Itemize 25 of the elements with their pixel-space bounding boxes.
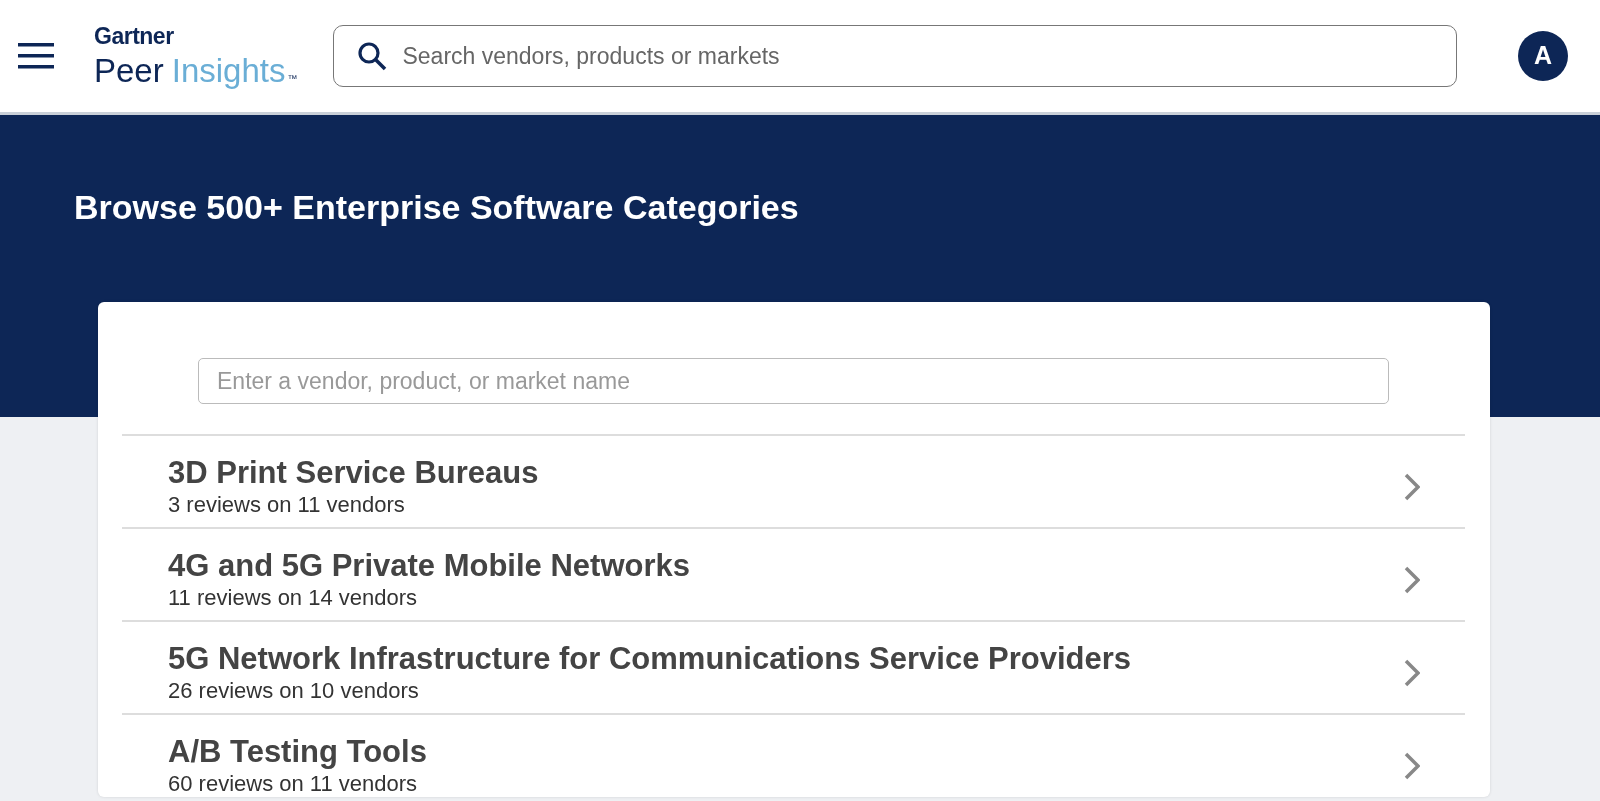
trademark-mark: ™ [287, 74, 298, 84]
review-count: 60 reviews on 11 vendors [168, 769, 419, 797]
category-row[interactable]: 4G and 5G Private Mobile Networks 11 reviews on 14 vendors [122, 527, 1465, 620]
user-avatar[interactable]: A [1518, 31, 1568, 81]
search-icon [357, 41, 388, 71]
review-count: 11 reviews on 14 vendors [168, 583, 419, 612]
review-count: 26 reviews on 10 vendors [168, 676, 420, 705]
category-row[interactable]: 5G Network Infrastructure for Communications Service Providers 26 reviews on 10 vendors [122, 620, 1465, 713]
search-field[interactable]: Search vendors, products or markets [333, 25, 1458, 87]
chevron-right-icon [1404, 751, 1420, 780]
chevron-right-icon [1404, 472, 1420, 501]
category-row[interactable]: A/B Testing Tools 60 reviews on 11 vendors [122, 713, 1465, 797]
review-count: 3 reviews on 11 vendors [168, 490, 406, 519]
category-row[interactable]: 3D Print Service Bureaus 3 reviews on 11 vendors [122, 434, 1465, 527]
category-name: 3D Print Service Bureaus [168, 453, 539, 491]
category-name: 4G and 5G Private Mobile Networks [168, 546, 690, 584]
menu-icon[interactable] [18, 43, 54, 69]
brand-logo[interactable]: Gartner [94, 25, 174, 48]
category-name: 5G Network Infrastructure for Communications Service Providers [168, 639, 1131, 677]
logo-text[interactable]: Peer [94, 54, 164, 87]
page-title: Browse 500+ Enterprise Software Categories [74, 187, 800, 228]
chevron-right-icon [1404, 565, 1420, 594]
chevron-right-icon [1404, 658, 1420, 687]
filter-field[interactable]: Enter a vendor, product, or market name [198, 358, 1389, 404]
category-name: A/B Testing Tools [168, 732, 427, 770]
